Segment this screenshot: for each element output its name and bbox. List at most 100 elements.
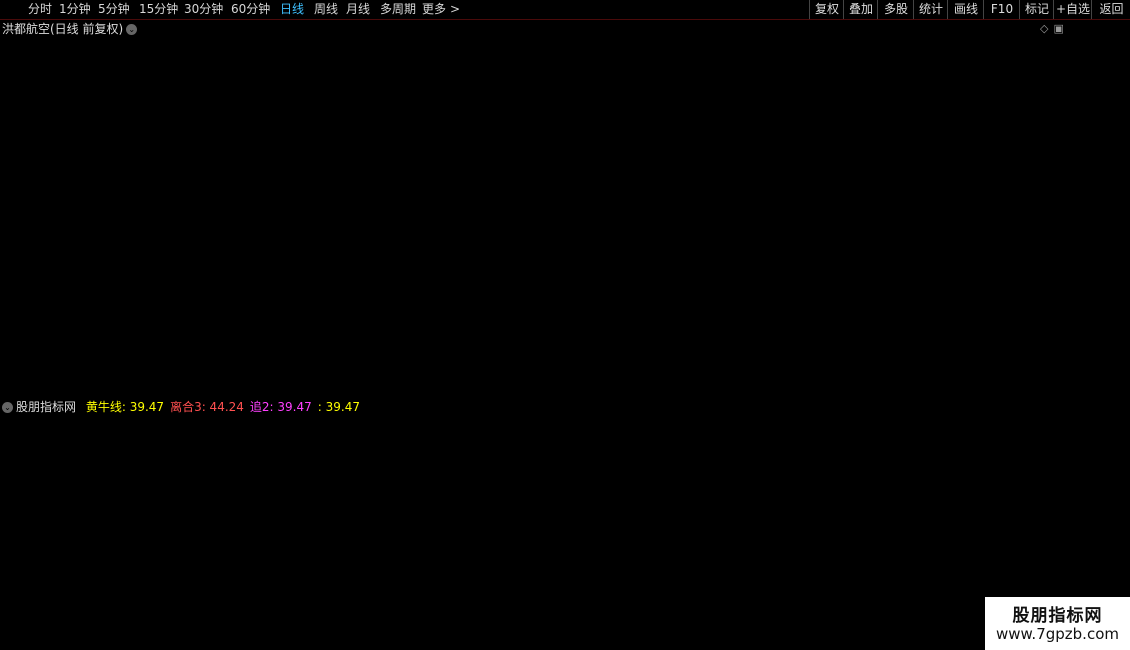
candle-body (565, 233, 569, 242)
event-marker[interactable]: $ (864, 382, 872, 396)
candle-body (835, 173, 838, 184)
candle-body (541, 242, 544, 244)
toolbar-button-item-8fd456de[interactable]: 返回 (1091, 0, 1130, 19)
chart-background (0, 0, 1130, 650)
candle-body (537, 241, 540, 244)
event-marker[interactable]: 跌 (200, 381, 212, 396)
candle-body (26, 344, 30, 350)
period-tab-item-31355206949f[interactable]: 15分钟 (139, 1, 178, 17)
more-arrow-icon[interactable]: > (450, 1, 460, 17)
candle-body (530, 232, 534, 242)
candle-body (786, 176, 789, 180)
chevron-down-icon[interactable]: ⌄ (126, 24, 138, 35)
candle-body (331, 295, 335, 299)
legend-item: 离合3: 44.24 (170, 400, 244, 414)
toolbar-button-item-53e052a0[interactable]: 叠加 (843, 0, 878, 19)
candle-body (1027, 134, 1030, 142)
chevron-down-icon[interactable]: ⌄ (2, 402, 13, 413)
candle-body (388, 184, 392, 197)
signal-up-icon (249, 542, 259, 549)
period-tab-item-315206949f[interactable]: 1分钟 (59, 1, 91, 17)
candle-body (90, 366, 94, 369)
candle-body (438, 177, 441, 181)
candle-body (647, 160, 651, 178)
candle-body (920, 90, 924, 95)
candle-body (661, 155, 665, 158)
signal-marker (890, 464, 904, 479)
square-icon[interactable]: ▣ (1053, 22, 1063, 35)
period-tab-item-66f4591a[interactable]: 更多 (422, 1, 446, 17)
candle-body (527, 237, 530, 241)
candle-body (328, 298, 331, 305)
candle-body (48, 350, 51, 357)
candle-body (796, 181, 800, 187)
candle-body (669, 157, 672, 164)
candle-body (30, 345, 33, 348)
bull-line-segment (147, 541, 188, 547)
candle-body (118, 369, 122, 376)
candle-body (959, 69, 963, 76)
toolbar-button-item-591a80a1[interactable]: 多股 (877, 0, 914, 19)
period-tab-item-67087ebf[interactable]: 月线 (346, 1, 370, 17)
candle-body (825, 179, 828, 182)
x-tick-label: 7 (118, 633, 125, 646)
period-tab-item-33305206949f[interactable]: 30分钟 (184, 1, 223, 17)
candle-body (718, 186, 721, 189)
candle-body (310, 315, 314, 321)
signal-up-icon (536, 488, 546, 495)
candle-body (523, 235, 527, 238)
candle-body (615, 193, 619, 201)
candle-body (750, 176, 754, 185)
candle-body (963, 67, 966, 73)
y-tick-label: 25.00 (1080, 281, 1112, 294)
candle-body (413, 153, 417, 159)
candle-body (264, 325, 267, 328)
candle-body (317, 306, 321, 317)
toolbar-button-item-753b7ebf[interactable]: 画线 (947, 0, 984, 19)
candle-body (984, 86, 987, 96)
candle-body (821, 177, 825, 188)
candle-body (182, 348, 186, 353)
toolbar-button-item-463130[interactable]: F10 (983, 0, 1020, 19)
toolbar-button-item-68078bb0[interactable]: 标记 (1019, 0, 1054, 19)
chart-area[interactable]: 45.00 42.50 40.00 37.50 35.00 32.50 30.00 27.50… (0, 0, 1130, 650)
candle-body (672, 165, 675, 167)
candle-body (33, 347, 36, 351)
candle-body (977, 86, 981, 92)
event-marker[interactable]: 榜 (346, 381, 358, 396)
candle-body (498, 220, 501, 226)
y-tick-label: 17.50 (1080, 359, 1112, 372)
chart-title[interactable]: 洪都航空(日线 前复权) ⌄ (2, 20, 138, 37)
candle-body (856, 171, 860, 181)
candle-body (5, 341, 8, 343)
period-tab-item-520665f6[interactable]: 分时 (28, 1, 52, 17)
candle-body (139, 375, 143, 380)
period-tab-item-355206949f[interactable]: 5分钟 (98, 1, 130, 17)
candle-body (988, 97, 991, 104)
toolbar-button-item-590d6743[interactable]: 复权 (809, 0, 844, 19)
diamond-icon[interactable]: ◇ (1040, 22, 1048, 35)
event-marker[interactable]: $ (54, 382, 62, 396)
toolbar-button-item-2b81ea9009[interactable]: +自选 (1053, 0, 1092, 19)
period-tab-item-54687ebf[interactable]: 周线 (314, 1, 338, 17)
toolbar-button-item-7edf8ba1[interactable]: 统计 (913, 0, 948, 19)
candle-body (168, 366, 172, 370)
candle-body (484, 215, 487, 218)
candle-body (87, 361, 90, 368)
event-marker[interactable]: 财 (1034, 382, 1046, 396)
x-tick-label: 2 (580, 633, 587, 646)
period-tab-item-591a5468671f[interactable]: 多周期 (380, 1, 416, 17)
event-marker[interactable]: 涨 (632, 381, 644, 396)
candle-body (708, 183, 711, 192)
signal-up-icon (498, 491, 508, 498)
candle-body (601, 203, 605, 214)
y-tick-label: 20.00 (1080, 333, 1112, 346)
candle-body (1009, 117, 1013, 124)
period-tab-item-36305206949f[interactable]: 60分钟 (231, 1, 270, 17)
event-marker[interactable]: 增 (1013, 382, 1025, 396)
candle-body (917, 89, 920, 95)
bull-line-segment (733, 462, 773, 468)
candle-body (594, 212, 597, 214)
period-tab-item-65e57ebf[interactable]: 日线 (280, 1, 304, 17)
candle-body (931, 79, 934, 82)
